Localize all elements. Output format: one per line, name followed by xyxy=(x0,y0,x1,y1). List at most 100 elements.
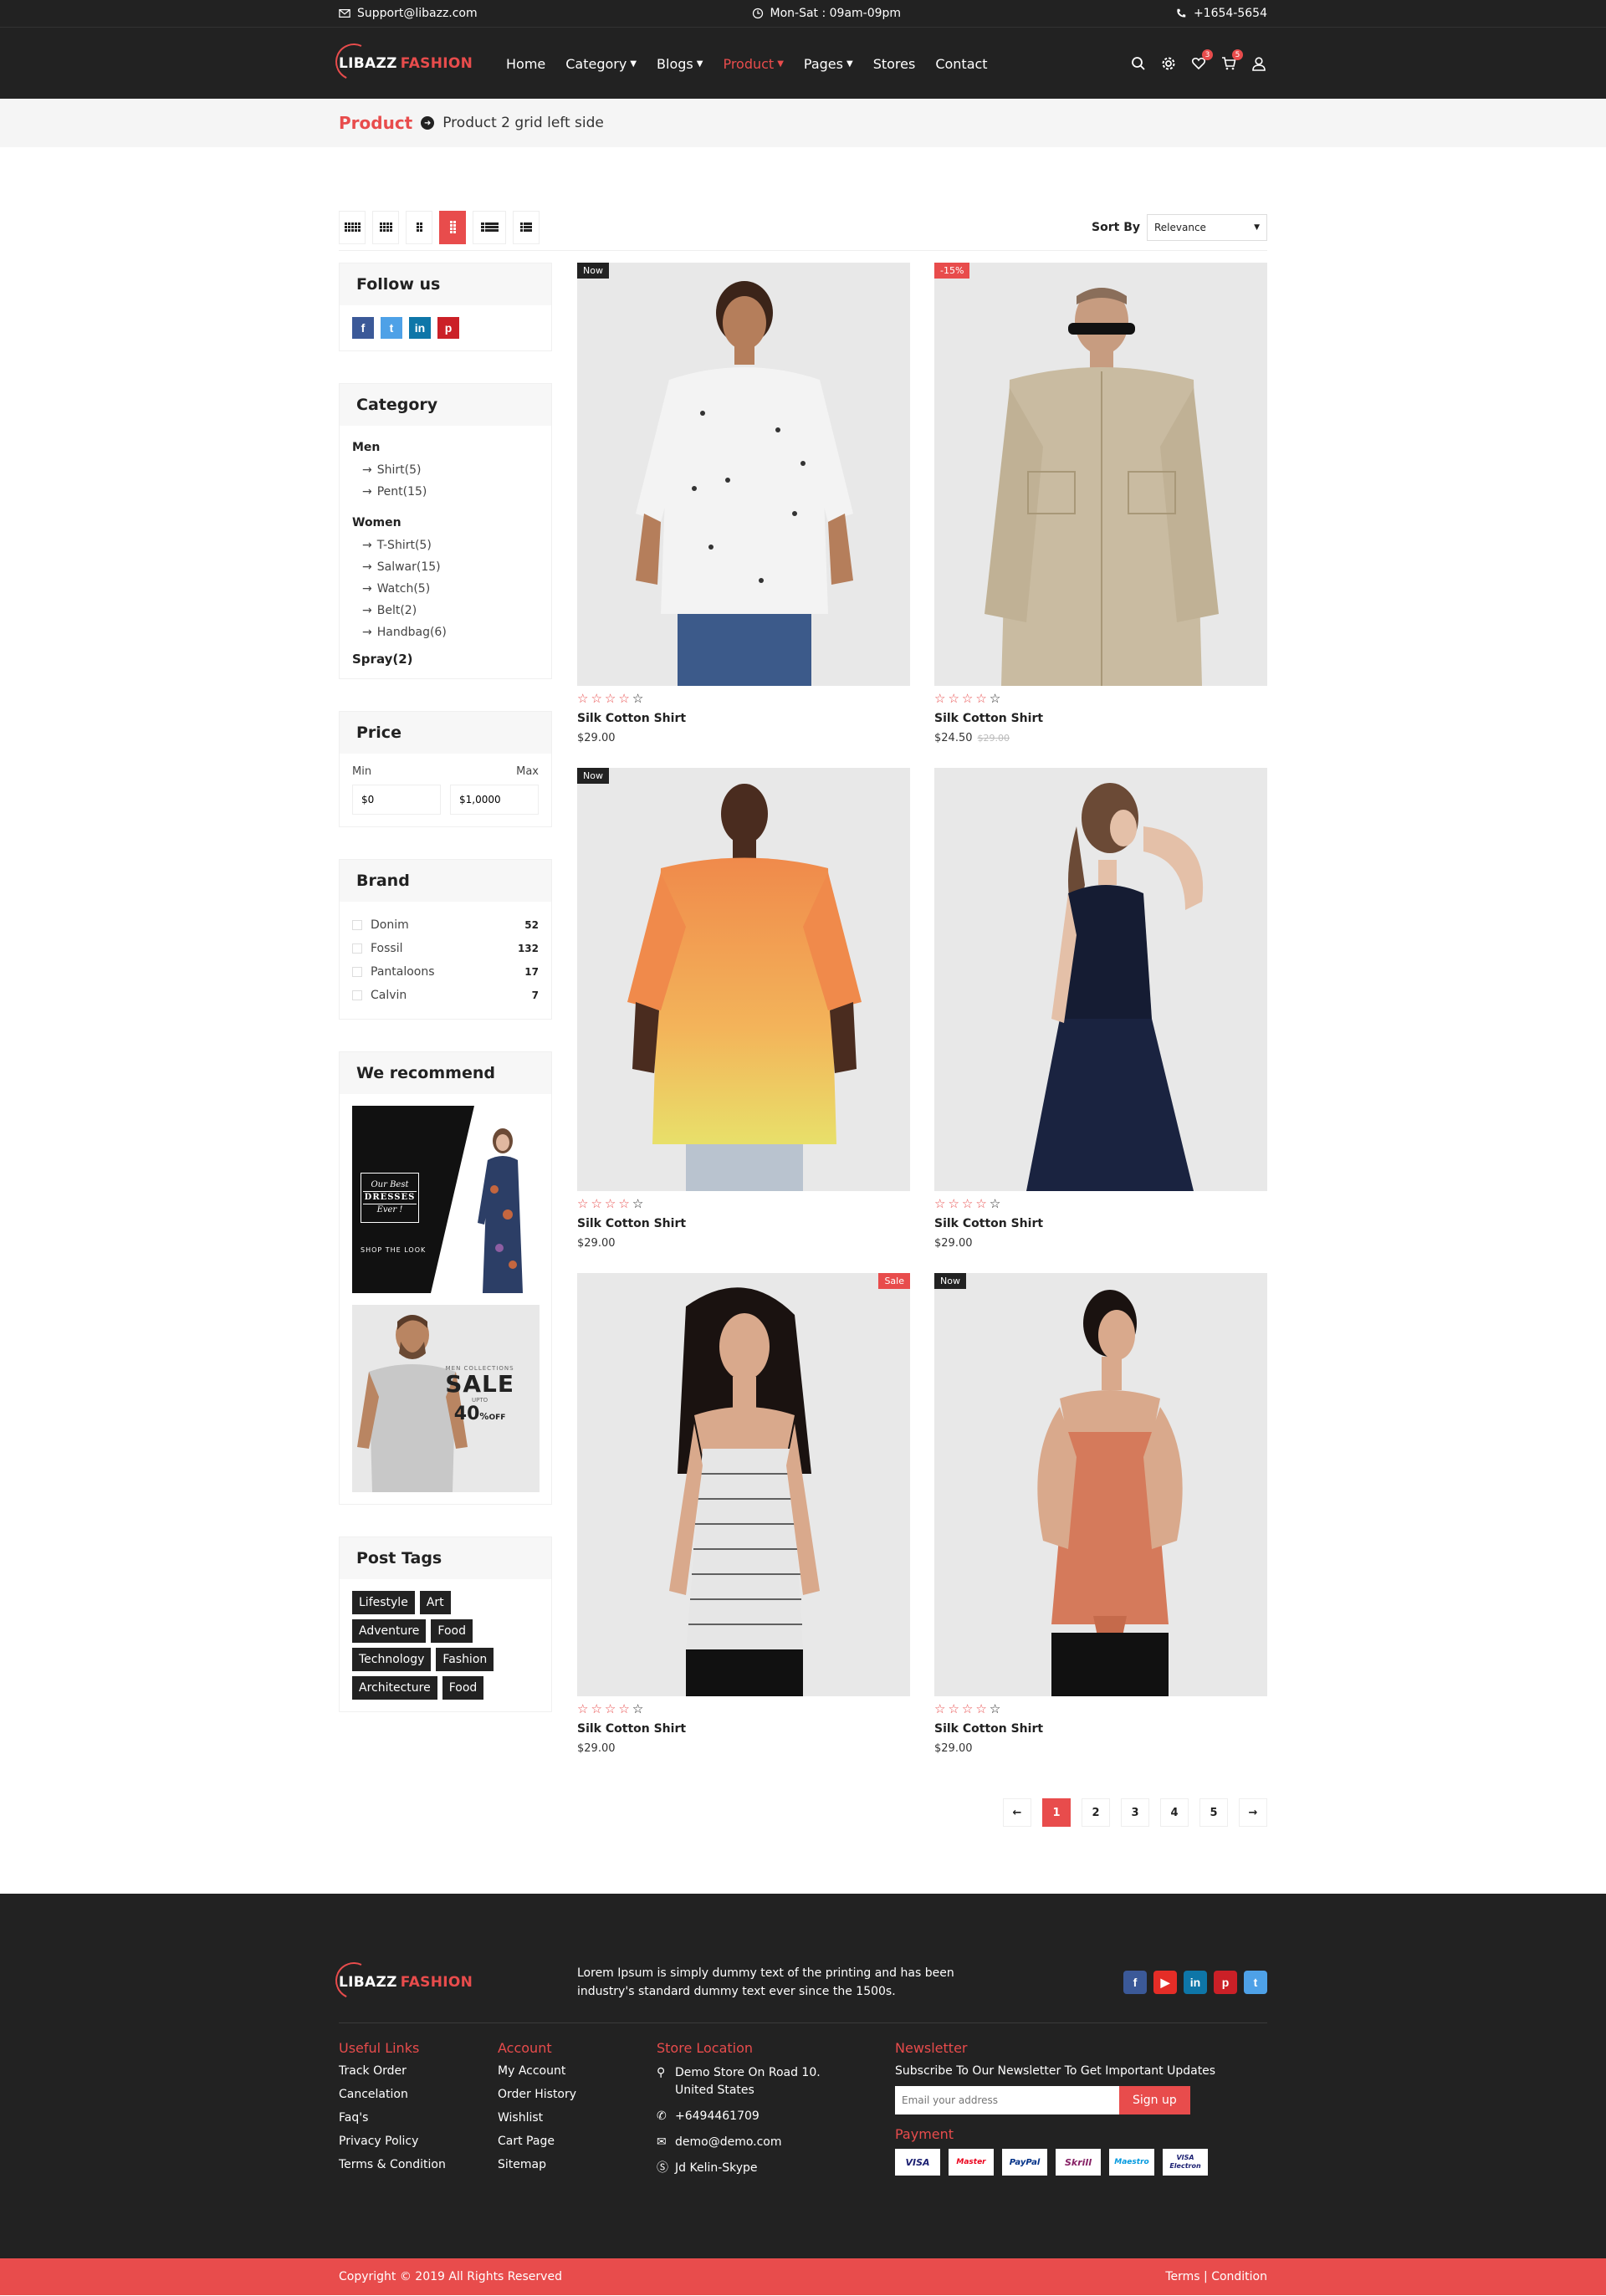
product-card[interactable]: -15% ☆ ☆ ☆ ☆ ☆ Silk Cotton Shirt $24.50 $29.0… xyxy=(934,263,1267,744)
product-title[interactable]: Silk Cotton Shirt xyxy=(934,1722,1267,1736)
twitter-icon[interactable]: t xyxy=(1244,1971,1267,1994)
category-item[interactable]: → Pent(15) xyxy=(352,481,539,503)
tag-fashion[interactable]: Fashion xyxy=(436,1648,494,1671)
product-title[interactable]: Silk Cotton Shirt xyxy=(934,1217,1267,1230)
linkedin-icon[interactable]: in xyxy=(1184,1971,1207,1994)
view-grid-5-button[interactable] xyxy=(339,210,366,244)
search-button[interactable] xyxy=(1130,55,1147,72)
nav-category[interactable]: Category ▼ xyxy=(565,56,637,72)
view-grid-3-button[interactable] xyxy=(406,210,432,244)
product-card[interactable]: Now ☆ ☆ ☆ ☆ ☆ Silk Cotton Shirt $29.00 xyxy=(577,768,910,1250)
product-image[interactable]: Now xyxy=(577,768,910,1191)
page-1-button[interactable]: 1 xyxy=(1042,1798,1071,1827)
product-image[interactable] xyxy=(934,768,1267,1191)
product-image[interactable]: Now xyxy=(577,263,910,686)
store-email[interactable]: demo@demo.com xyxy=(675,2134,782,2151)
support-email[interactable]: Support@libazz.com xyxy=(339,7,478,20)
account-button[interactable] xyxy=(1251,55,1267,72)
category-item[interactable]: → Handbag(6) xyxy=(352,621,539,643)
twitter-icon[interactable]: t xyxy=(381,317,402,339)
footer-link[interactable]: Order History xyxy=(498,2088,657,2101)
footer-link[interactable]: Faq's xyxy=(339,2111,498,2125)
footer-logo[interactable]: LIBAZZ FASHION xyxy=(330,1956,577,2005)
view-list-wide-button[interactable] xyxy=(473,210,506,244)
product-card[interactable]: Now ☆ ☆ ☆ ☆ ☆ Silk Cotton Shirt $29.00 xyxy=(934,1273,1267,1755)
linkedin-icon[interactable]: in xyxy=(409,317,431,339)
brand-option[interactable]: Donim 52 xyxy=(352,913,539,937)
nav-blogs[interactable]: Blogs ▼ xyxy=(657,56,703,72)
footer-link[interactable]: Cart Page xyxy=(498,2135,657,2148)
category-men[interactable]: Men xyxy=(352,441,539,454)
view-grid-2-button[interactable] xyxy=(439,210,466,244)
footer-link[interactable]: My Account xyxy=(498,2064,657,2078)
product-title[interactable]: Silk Cotton Shirt xyxy=(934,712,1267,725)
category-spray[interactable]: Spray(2) xyxy=(352,652,539,667)
next-page-button[interactable]: → xyxy=(1239,1798,1267,1827)
product-image[interactable]: -15% xyxy=(934,263,1267,686)
view-list-button[interactable] xyxy=(513,210,540,244)
footer-link[interactable]: Wishlist xyxy=(498,2111,657,2125)
nav-pages[interactable]: Pages ▼ xyxy=(804,56,853,72)
store-phone[interactable]: +6494461709 xyxy=(675,2108,760,2125)
footer-link[interactable]: Sitemap xyxy=(498,2158,657,2171)
brand-option[interactable]: Pantaloons 17 xyxy=(352,960,539,984)
product-image[interactable]: Now xyxy=(934,1273,1267,1696)
dresses-promo-banner[interactable]: Our Best DRESSES Ever ! SHOP THE LOOK xyxy=(352,1106,540,1293)
nav-product[interactable]: Product ▼ xyxy=(723,56,783,72)
pinterest-icon[interactable]: p xyxy=(1214,1971,1237,1994)
footer-link[interactable]: Privacy Policy xyxy=(339,2135,498,2148)
support-phone[interactable]: +1654-5654 xyxy=(1175,7,1267,20)
category-women[interactable]: Women xyxy=(352,516,539,529)
page-5-button[interactable]: 5 xyxy=(1199,1798,1228,1827)
product-card[interactable]: Now ☆ ☆ ☆ ☆ ☆ Silk Cotton Shirt $29.00 xyxy=(577,263,910,744)
nav-contact[interactable]: Contact xyxy=(935,56,987,72)
tag-architecture[interactable]: Architecture xyxy=(352,1676,437,1700)
youtube-icon[interactable]: ▶ xyxy=(1153,1971,1177,1994)
tag-art[interactable]: Art xyxy=(419,1591,451,1614)
terms-link[interactable]: Terms | Condition xyxy=(1165,2270,1267,2283)
brand-option[interactable]: Calvin 7 xyxy=(352,984,539,1007)
footer-link[interactable]: Track Order xyxy=(339,2064,498,2078)
nav-stores[interactable]: Stores xyxy=(873,56,916,72)
tag-food[interactable]: Food xyxy=(442,1676,484,1700)
footer-link[interactable]: Terms & Condition xyxy=(339,2158,498,2171)
page-2-button[interactable]: 2 xyxy=(1082,1798,1110,1827)
sort-select[interactable]: Relevance ▼ xyxy=(1147,213,1267,241)
category-item[interactable]: → T-Shirt(5) xyxy=(352,534,539,556)
men-sale-promo-banner[interactable]: MEN COLLECTIONS SALE UPTO 40%OFF xyxy=(352,1305,540,1492)
tag-lifestyle[interactable]: Lifestyle xyxy=(352,1591,415,1614)
nav-home[interactable]: Home xyxy=(506,56,545,72)
brand-checkbox[interactable] xyxy=(352,990,362,1000)
product-image[interactable]: Sale xyxy=(577,1273,910,1696)
category-item[interactable]: → Watch(5) xyxy=(352,578,539,600)
newsletter-email-input[interactable] xyxy=(895,2086,1119,2114)
price-min-input[interactable] xyxy=(352,785,441,815)
settings-button[interactable] xyxy=(1160,55,1177,72)
price-max-input[interactable] xyxy=(450,785,539,815)
facebook-icon[interactable]: f xyxy=(1123,1971,1147,1994)
brand-checkbox[interactable] xyxy=(352,943,362,954)
brand-checkbox[interactable] xyxy=(352,967,362,977)
product-card[interactable]: Sale ☆ ☆ ☆ ☆ ☆ Silk Cotton Shirt $29.00 xyxy=(577,1273,910,1755)
category-item[interactable]: → Belt(2) xyxy=(352,600,539,621)
page-4-button[interactable]: 4 xyxy=(1160,1798,1189,1827)
brand-checkbox[interactable] xyxy=(352,920,362,930)
page-3-button[interactable]: 3 xyxy=(1121,1798,1149,1827)
product-title[interactable]: Silk Cotton Shirt xyxy=(577,1217,910,1230)
product-card[interactable]: ☆ ☆ ☆ ☆ ☆ Silk Cotton Shirt $29.00 xyxy=(934,768,1267,1250)
tag-technology[interactable]: Technology xyxy=(352,1648,432,1671)
wishlist-button[interactable]: 3 xyxy=(1190,49,1213,72)
prev-page-button[interactable]: ← xyxy=(1003,1798,1031,1827)
product-title[interactable]: Silk Cotton Shirt xyxy=(577,1722,910,1736)
view-grid-4-button[interactable] xyxy=(372,210,399,244)
product-title[interactable]: Silk Cotton Shirt xyxy=(577,712,910,725)
facebook-icon[interactable]: f xyxy=(352,317,374,339)
footer-link[interactable]: Cancelation xyxy=(339,2088,498,2101)
store-skype[interactable]: Jd Kelin-Skype xyxy=(675,2160,758,2177)
pinterest-icon[interactable]: p xyxy=(437,317,459,339)
newsletter-signup-button[interactable]: Sign up xyxy=(1119,2086,1190,2114)
site-logo[interactable]: LIBAZZ FASHION xyxy=(330,38,506,86)
tag-food[interactable]: Food xyxy=(431,1619,473,1643)
category-item[interactable]: → Salwar(15) xyxy=(352,556,539,578)
brand-option[interactable]: Fossil 132 xyxy=(352,937,539,960)
